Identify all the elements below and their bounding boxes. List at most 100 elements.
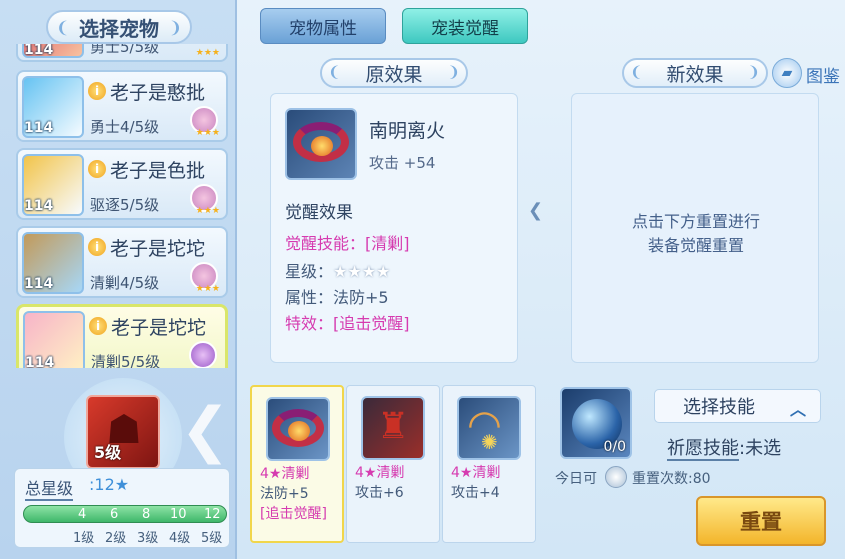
pet-rank: 勇士4/5级: [90, 118, 160, 136]
pet-level: 114: [24, 276, 54, 292]
armor-shape: ♜: [377, 406, 410, 447]
choose-skill-label: 选择技能: [683, 397, 755, 418]
special-effect-label: 特效：: [285, 314, 334, 333]
pet-name: 老子是憨批: [110, 82, 206, 104]
choose-skill-dropdown[interactable]: 选择技能 ︿: [654, 389, 821, 423]
crown-icon[interactable]: [285, 108, 357, 180]
awaken-skill-line: 觉醒技能：[清剿]: [285, 230, 410, 254]
header-ornament-icon: ❨: [630, 63, 643, 81]
title-ornament-icon: ❩: [168, 18, 182, 37]
pet-select-title: ❨ 选择宠物 ❩: [46, 10, 192, 44]
awaken-skill-value: [清剿]: [365, 234, 410, 253]
refresh-icon: [605, 466, 627, 488]
skill-icon[interactable]: ☗ 5级: [86, 395, 160, 469]
attribute-value: 法防+5: [333, 288, 389, 307]
pet-rank: 驱逐5/5级: [90, 196, 160, 214]
level-label: 2级: [105, 531, 127, 546]
equipment-stars: 4★清剿: [451, 465, 501, 481]
star-tick: 8: [142, 507, 151, 522]
star-value: ★★★★: [333, 262, 391, 281]
info-icon[interactable]: i: [88, 238, 106, 256]
star-tick: 4: [78, 507, 87, 522]
level-label: 4级: [169, 531, 191, 546]
pet-list[interactable]: 114 勇士5/5级 ★★★ 114 i 老子是憨批 勇士4/5级 ★★★ 11…: [12, 44, 232, 368]
wish-skill-label: 祈愿技能: [667, 438, 739, 461]
equipment-slot[interactable]: ♜ 4★清剿 攻击+6: [346, 385, 440, 543]
pet-rank: 清剿4/5级: [90, 274, 160, 292]
info-icon[interactable]: i: [88, 160, 106, 178]
today-label: 今日可: [555, 471, 597, 487]
reset-count: 重置次数:80: [632, 471, 711, 487]
awaken-title: 觉醒效果: [285, 203, 353, 223]
new-effect-panel: 点击下方重置进行 装备觉醒重置: [571, 93, 819, 363]
equipment-extra: [追击觉醒]: [260, 506, 327, 522]
info-icon[interactable]: i: [88, 82, 106, 100]
item-name: 南明离火: [369, 120, 446, 142]
equipment-stars: 4★清剿: [260, 466, 310, 482]
pet-level: 114: [24, 198, 54, 214]
equipment-stat: 法防+5: [260, 486, 309, 502]
rank-emblem-icon: [189, 341, 217, 368]
pet-rank: 清剿5/5级: [91, 353, 161, 368]
awaken-skill-label: 觉醒技能：: [285, 234, 366, 253]
divider-ornament-icon: ❮: [528, 200, 544, 221]
rank-stars-icon: ★★★: [195, 128, 220, 138]
pet-card[interactable]: 114 i 老子是憨批 勇士4/5级 ★★★: [16, 70, 228, 142]
star-line: 星级：★★★★: [285, 258, 390, 282]
equipment-stars: 4★清剿: [355, 465, 405, 481]
wish-skill-line: 祈愿技能:未选: [667, 434, 781, 461]
crown-gem: [311, 136, 333, 156]
title-ornament-icon: ❨: [56, 18, 70, 37]
pet-name: 老子是坨坨: [111, 317, 207, 339]
pet-awaken-screen: ❨ 选择宠物 ❩ 114 勇士5/5级 ★★★ 114 i 老子是憨批 勇士4/…: [0, 0, 845, 559]
orb-count: 0/0: [603, 439, 626, 455]
reset-button[interactable]: 重置: [696, 496, 826, 546]
equipment-stat: 攻击+6: [355, 485, 404, 501]
special-effect-line: 特效：[追击觉醒]: [285, 310, 410, 334]
pet-level: 114: [24, 120, 54, 136]
old-effect-header: ❨ 原效果 ❩: [320, 58, 468, 88]
pet-level: 114: [24, 44, 54, 58]
star-tick: 6: [110, 507, 119, 522]
wish-orb-icon[interactable]: 0/0: [560, 387, 632, 459]
pet-name: 老子是色批: [110, 160, 206, 182]
total-star-value: :12★: [89, 475, 130, 494]
star-tick: 10: [170, 507, 187, 522]
new-effect-title: 新效果: [666, 63, 724, 86]
equipment-slot[interactable]: ◠ ✺ 4★清剿 攻击+4: [442, 385, 536, 543]
rank-stars-icon: ★★★: [195, 206, 220, 216]
pet-select-panel: ❨ 选择宠物 ❩ 114 勇士5/5级 ★★★ 114 i 老子是憨批 勇士4/…: [0, 0, 237, 559]
pet-card[interactable]: 114 i 老子是坨坨 清剿4/5级 ★★★: [16, 226, 228, 298]
necklace-icon: ◠ ✺: [457, 396, 521, 460]
star-progress-panel: 总星级 :12★ 4 6 8 10 12 1级 2级 3级 4级 5级: [14, 468, 230, 548]
special-effect-value: [追击觉醒]: [333, 314, 410, 333]
old-effect-panel: 南明离火 攻击 +54 觉醒效果 觉醒技能：[清剿] 星级：★★★★ 属性：法防…: [270, 93, 518, 363]
new-effect-header: ❨ 新效果 ❩: [622, 58, 768, 88]
atlas-button[interactable]: 图鉴: [806, 62, 840, 87]
tab-pet-attributes[interactable]: 宠物属性: [260, 8, 386, 44]
rank-stars-icon: ★★★: [195, 48, 220, 58]
info-icon[interactable]: i: [89, 317, 107, 335]
book-icon[interactable]: ▰: [772, 58, 802, 88]
pet-card-selected[interactable]: 114 i 老子是坨坨 清剿5/5级: [16, 304, 228, 368]
old-effect-title: 原效果: [365, 63, 423, 86]
armor-icon: ♜: [361, 396, 425, 460]
tab-equipment-awaken[interactable]: 宠装觉醒: [402, 8, 528, 44]
pet-rank: 勇士5/5级: [90, 44, 160, 56]
pet-select-title-text: 选择宠物: [79, 16, 159, 41]
star-tick: 12: [204, 507, 221, 522]
header-ornament-icon: ❩: [447, 63, 460, 81]
skill-level: 5级: [94, 443, 122, 462]
item-stat: 攻击 +54: [369, 154, 436, 172]
equipment-stat: 攻击+4: [451, 485, 500, 501]
pet-card[interactable]: 114 i 老子是色批 驱逐5/5级 ★★★: [16, 148, 228, 220]
header-ornament-icon: ❨: [328, 63, 341, 81]
equipment-slot-selected[interactable]: 4★清剿 法防+5 [追击觉醒]: [250, 385, 344, 543]
crown-gem: [288, 421, 310, 441]
attribute-label: 属性：: [285, 288, 334, 307]
level-label: 3级: [137, 531, 159, 546]
pet-name: 老子是坨坨: [110, 238, 206, 260]
pet-card[interactable]: 114 勇士5/5级 ★★★: [16, 44, 228, 62]
new-effect-hint-line2: 装备觉醒重置: [647, 236, 744, 255]
pet-level: 114: [25, 355, 55, 368]
